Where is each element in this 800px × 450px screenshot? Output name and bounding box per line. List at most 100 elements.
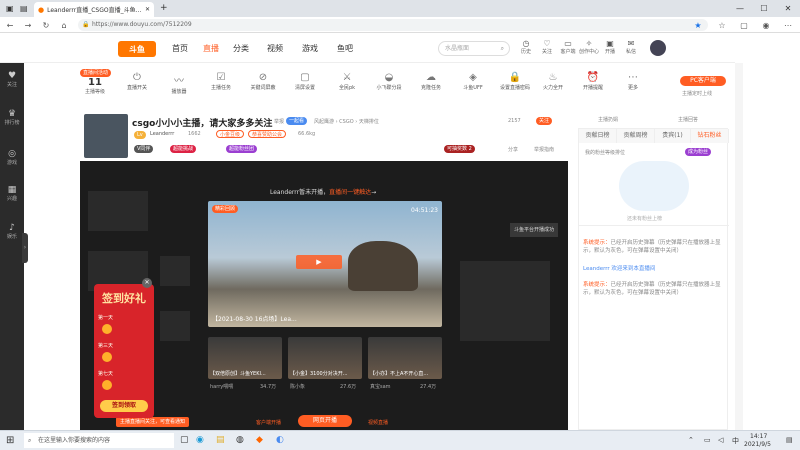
follow-button[interactable]: 关注 <box>536 117 553 125</box>
tool-clone[interactable]: ☁ 克隆任务 <box>416 72 446 91</box>
window-menu-icon[interactable]: ▣ <box>6 4 14 13</box>
share-link[interactable]: 分享 <box>508 146 518 153</box>
search-icon[interactable]: ⌕ <box>501 42 504 55</box>
new-tab-icon[interactable]: + <box>160 3 168 13</box>
sidebar-item-rank[interactable]: ♛ 排行榜 <box>0 109 24 126</box>
signin-promo[interactable]: ✕ 签到好礼 第一天 第三天 第七天 签到领取 <box>94 278 154 418</box>
streamer-name[interactable]: Leanderrr <box>150 131 174 137</box>
report-link[interactable]: 举报 <box>274 118 284 125</box>
page-scrollbar[interactable] <box>735 63 743 430</box>
sidebar-item-interest[interactable]: ▦ 兴趣 <box>0 185 24 202</box>
play-icon[interactable]: ▶ <box>296 255 342 269</box>
app-icon[interactable]: ◆ <box>256 435 263 445</box>
follow-notice-bar[interactable]: 主播直播间关注，可查看通知 <box>116 417 190 427</box>
pc-client-button[interactable]: PC客户端 <box>680 76 726 86</box>
tab-daily-rank[interactable]: 贡献日榜 <box>579 129 617 143</box>
ime-indicator[interactable]: 中 <box>732 436 739 446</box>
app-icon[interactable]: ◍ <box>236 435 244 445</box>
explorer-icon[interactable]: ▤ <box>216 435 225 445</box>
become-fan-button[interactable]: 成为粉丝 <box>685 148 712 156</box>
home-icon[interactable]: ⌂ <box>58 19 70 31</box>
close-window-button[interactable]: ✕ <box>776 0 800 17</box>
tool-reminder[interactable]: ⏰ 开播提醒 <box>578 72 608 91</box>
related-video-2[interactable]: 【小金】3100分对决开... <box>288 337 362 379</box>
video-live-link[interactable]: 视频直播 <box>368 419 388 426</box>
tool-ufo[interactable]: ◒ 小飞碟分段 <box>374 72 404 91</box>
fan-club-pill[interactable]: 超能粉丝团 <box>226 145 258 153</box>
report-guide-link[interactable]: 举报指南 <box>534 146 554 153</box>
more-menu-icon[interactable]: ⋯ <box>782 19 794 31</box>
notice-link[interactable]: 直播间一键触达 <box>329 189 371 196</box>
web-live-button[interactable]: 网页开播 <box>298 415 352 427</box>
nav-home[interactable]: 首页 <box>172 43 188 54</box>
douyu-logo[interactable]: 斗鱼 <box>118 41 156 57</box>
forward-icon[interactable]: → <box>22 19 34 31</box>
task-view-icon[interactable]: ▢ <box>180 435 189 445</box>
maximize-button[interactable]: ☐ <box>752 0 776 17</box>
tool-pk[interactable]: ⚔ 全民pk <box>332 72 362 91</box>
minimize-button[interactable]: — <box>728 0 752 17</box>
client-tool[interactable]: ▭ 客户端 <box>557 39 579 55</box>
streamer-avatar[interactable] <box>84 114 128 158</box>
tool-player[interactable]: 〰播放器 <box>164 72 194 95</box>
favorites-icon[interactable]: ☆ <box>716 19 728 31</box>
profile-icon[interactable]: ◉ <box>760 19 772 31</box>
taskbar-search[interactable]: ⌕ 在这里输入你要搜索的内容 <box>24 433 174 448</box>
start-icon[interactable]: ⊞ <box>6 435 14 446</box>
tool-clear[interactable]: ▢ 清屏设置 <box>290 72 320 91</box>
nav-fishbar[interactable]: 鱼吧 <box>337 43 353 54</box>
refresh-icon[interactable]: ↻ <box>40 19 52 31</box>
tab-weekly-rank[interactable]: 贡献周榜 <box>617 129 655 143</box>
promo-close-icon[interactable]: ✕ <box>142 278 152 288</box>
url-field[interactable]: 🔒 https://www.douyu.com/7512209 <box>78 19 708 31</box>
follow-tool[interactable]: ♡ 关注 <box>536 39 558 55</box>
collections-icon[interactable]: ▢ <box>738 19 750 31</box>
browser-tab[interactable]: ● Leanderrr直播_CSGO直播_斗鱼直播 ✕ <box>34 2 154 17</box>
user-avatar[interactable] <box>650 40 666 56</box>
related-video-3[interactable]: 【小亦】不上A不开心直... <box>368 337 442 379</box>
replay-card[interactable]: 精彩回顾 04:51:23 ▶ 【2021-08-30 16点场】Lea... <box>208 201 442 327</box>
sidebar-item-follow[interactable]: ♥ 关注 <box>0 71 24 88</box>
tool-firepower[interactable]: ♨ 火力全开 <box>538 72 568 91</box>
search-input[interactable]: 水晶瓶面 ⌕ <box>438 41 510 56</box>
breadcrumb[interactable]: 风起鹰游 › CSGO › 天梯排位 <box>314 118 379 125</box>
promo-cta[interactable]: 签到领取 <box>100 400 148 412</box>
tool-keyword-block[interactable]: ⊘ 关键词屏蔽 <box>248 72 278 91</box>
edge-icon[interactable]: ◉ <box>196 435 204 445</box>
tool-tasks[interactable]: ☑ 主播任务 <box>206 72 236 91</box>
anchor-answer-link[interactable]: 主播回答 <box>678 116 698 123</box>
nav-game[interactable]: 游戏 <box>302 43 318 54</box>
sidebar-item-ent[interactable]: ♪ 娱乐 <box>0 223 24 240</box>
nav-video[interactable]: 视频 <box>267 43 283 54</box>
history-tool[interactable]: ◷ 历史 <box>515 39 537 55</box>
anchor-gift-link[interactable]: 主播扔娟 <box>598 116 618 123</box>
lottery-banner[interactable]: 可抽奖数 2 <box>444 145 475 153</box>
clock-time[interactable]: 14:17 <box>750 433 767 440</box>
tab-vip[interactable]: 贵宾(1) <box>655 129 691 143</box>
notification-icon[interactable]: ▤ <box>786 436 793 444</box>
challenge-pill[interactable]: 超能挑战 <box>170 145 197 153</box>
tab-list-icon[interactable]: ▤ <box>20 4 28 13</box>
tool-password[interactable]: 🔒 设置直播密码 <box>500 72 530 91</box>
message-tool[interactable]: ✉ 私信 <box>620 39 642 55</box>
back-icon[interactable]: ← <box>4 19 16 31</box>
creator-tool[interactable]: ✧ 创作中心 <box>578 39 600 55</box>
sidebar-collapse-handle[interactable]: › <box>22 233 28 263</box>
tool-live-switch[interactable]: ⏻ 直播开关 <box>122 72 152 91</box>
tool-uff[interactable]: ◈ 斗鱼UFF <box>458 72 488 91</box>
volume-icon[interactable]: ◁ <box>718 436 723 444</box>
network-icon[interactable]: ▭ <box>704 436 711 444</box>
golive-tool[interactable]: ▣ 开播 <box>599 39 621 55</box>
tab-diamond-fans[interactable]: 钻石粉丝 <box>691 129 729 143</box>
nav-category[interactable]: 分类 <box>233 43 249 54</box>
v-tag[interactable]: V同伴 <box>134 145 154 153</box>
tool-more[interactable]: ⋯ 更多 <box>618 72 648 91</box>
level-box[interactable]: 直播间活动 11 主播等级 <box>80 68 112 95</box>
related-video-1[interactable]: 【双倍原创】斗鱼YEKI... <box>208 337 282 379</box>
favorite-star-icon[interactable]: ★ <box>692 19 704 31</box>
sidebar-item-game[interactable]: ◎ 游戏 <box>0 149 24 166</box>
watch-together-pill[interactable]: 一起看 <box>286 117 308 125</box>
nav-live[interactable]: 直播 <box>203 43 219 54</box>
clock-date[interactable]: 2021/9/5 <box>744 441 771 448</box>
tab-close-icon[interactable]: ✕ <box>145 6 150 13</box>
